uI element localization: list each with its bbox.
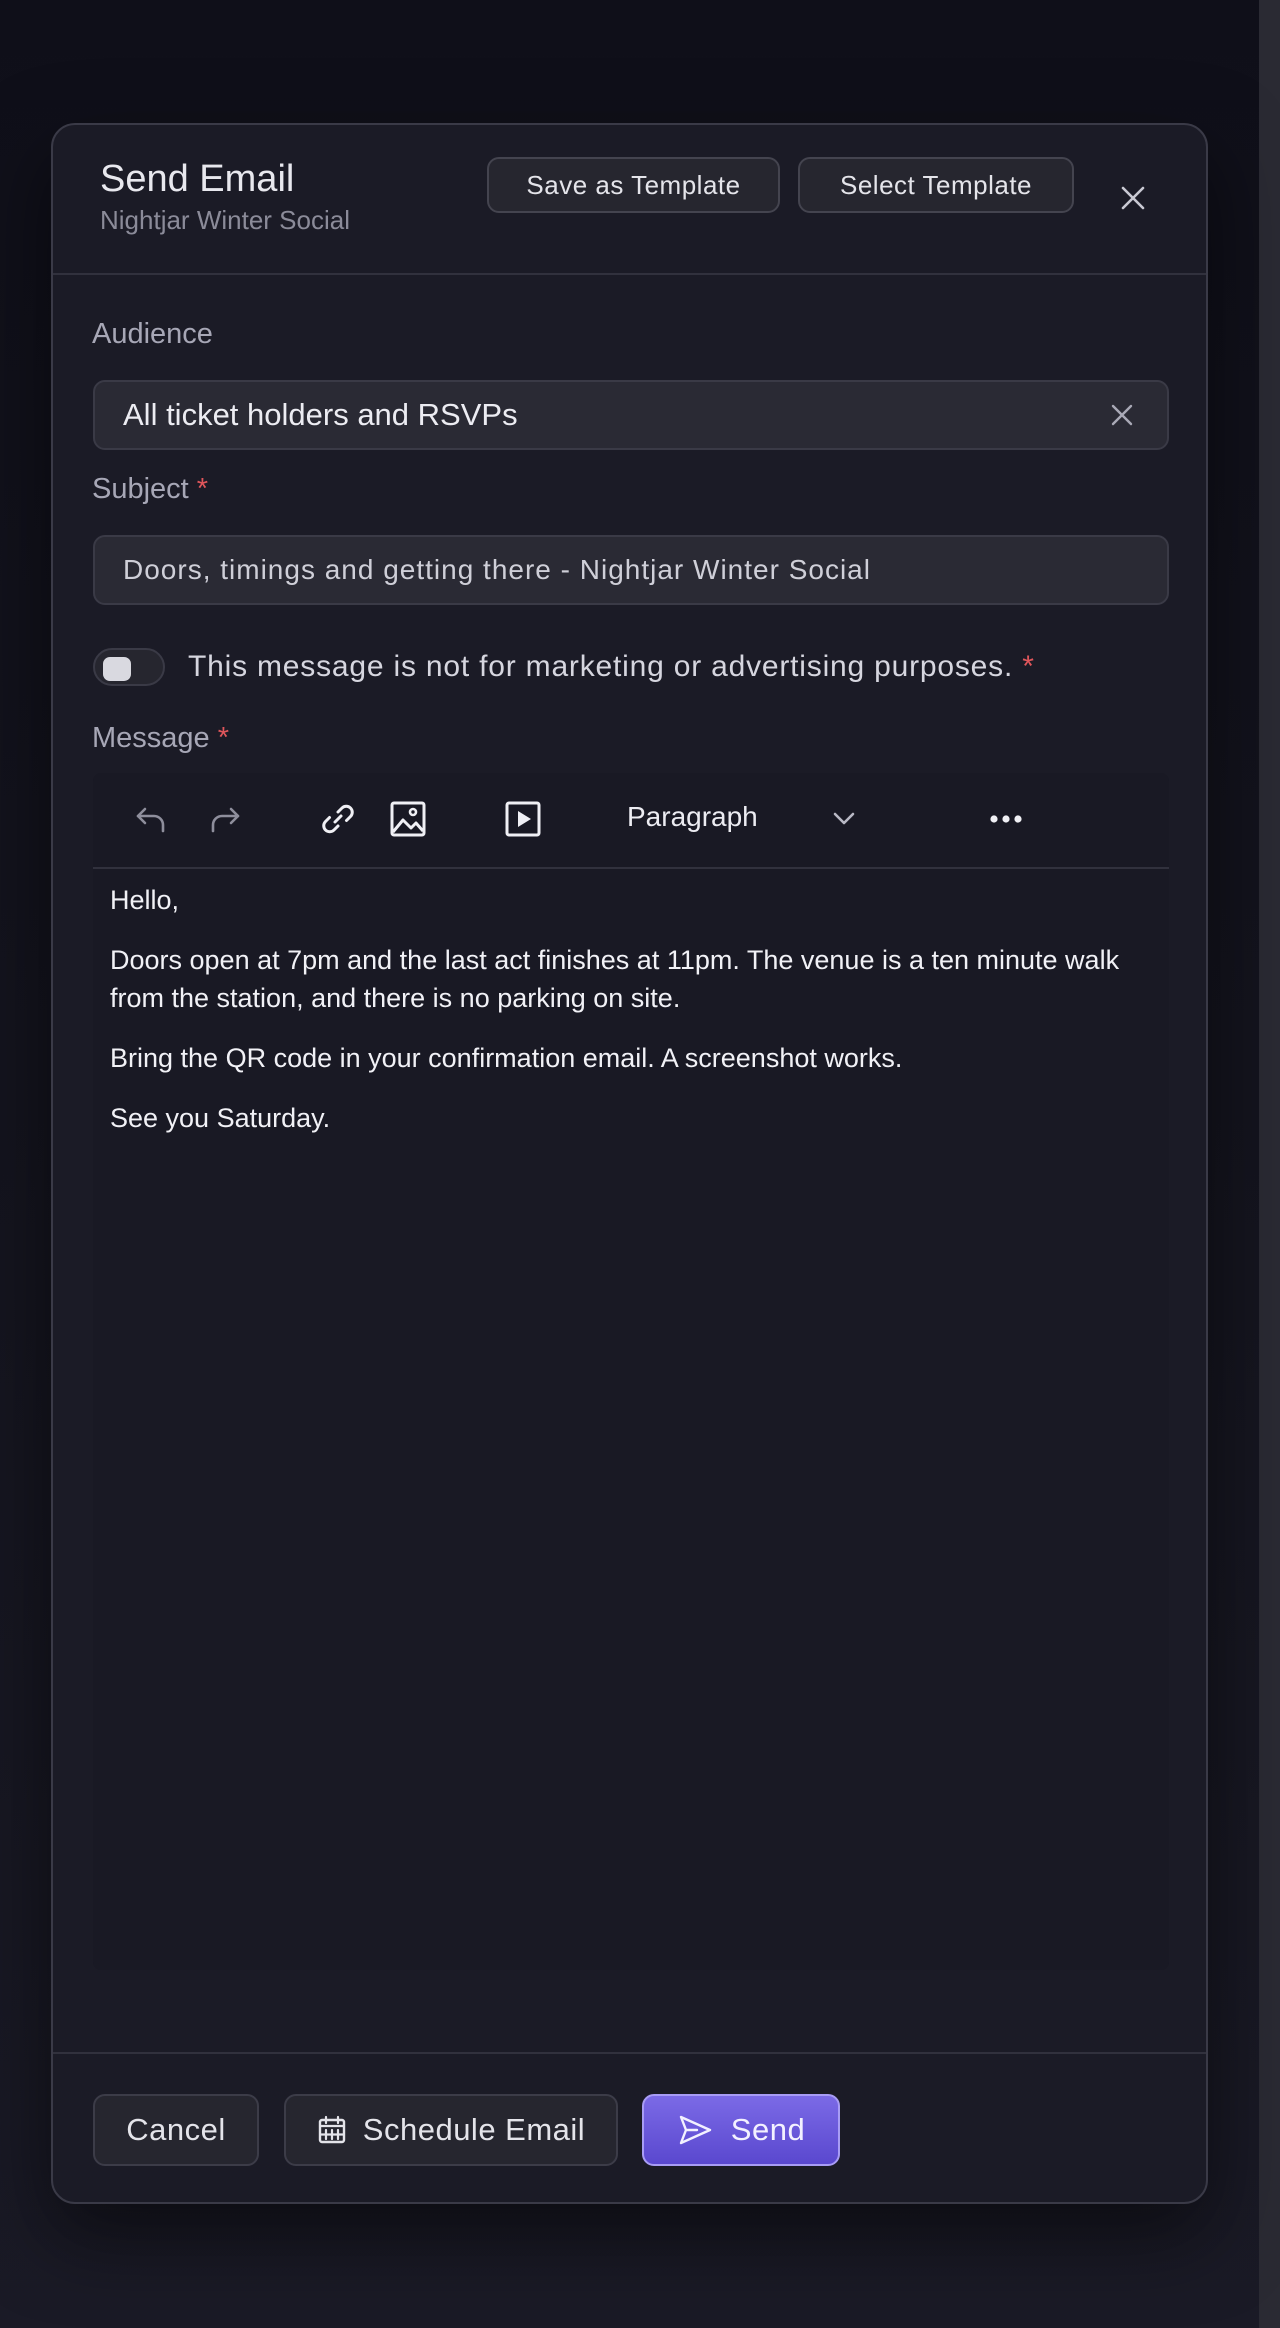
message-body[interactable]: Hello, Doors open at 7pm and the last ac… bbox=[110, 881, 1130, 1159]
scrollbar[interactable] bbox=[1259, 0, 1280, 2328]
select-template-button[interactable]: Select Template bbox=[798, 157, 1074, 213]
message-label: Message * bbox=[92, 722, 229, 755]
undo-icon bbox=[136, 807, 165, 833]
video-icon bbox=[505, 801, 541, 837]
send-email-modal: Send Email Nightjar Winter Social Save a… bbox=[51, 123, 1208, 2204]
subject-value: Doors, timings and getting there - Night… bbox=[123, 554, 871, 585]
undo-button[interactable] bbox=[131, 799, 171, 839]
image-icon bbox=[390, 801, 426, 837]
close-icon[interactable] bbox=[1120, 185, 1146, 211]
modal-title: Send Email bbox=[100, 158, 295, 200]
chevron-down-icon[interactable] bbox=[831, 805, 857, 831]
toggle-required-mark: * bbox=[1022, 650, 1035, 683]
modal-subtitle: Nightjar Winter Social bbox=[100, 205, 350, 235]
schedule-email-button[interactable]: Schedule Email bbox=[284, 2094, 618, 2166]
redo-icon bbox=[211, 807, 240, 833]
message-paragraph: Hello, bbox=[110, 885, 180, 915]
modal-header: Send Email Nightjar Winter Social Save a… bbox=[53, 125, 1206, 275]
toggle-knob bbox=[103, 657, 131, 681]
cancel-button[interactable]: Cancel bbox=[93, 2094, 259, 2166]
not-marketing-label-text: This message is not for marketing or adv… bbox=[188, 650, 1014, 683]
message-paragraph: See you Saturday. bbox=[110, 1103, 331, 1133]
message-paragraph: Bring the QR code in your confirmation e… bbox=[110, 1043, 903, 1073]
audience-value: All ticket holders and RSVPs bbox=[123, 397, 518, 432]
audience-label: Audience bbox=[92, 318, 213, 350]
send-button[interactable]: Send bbox=[642, 2094, 840, 2166]
subject-label-text: Subject bbox=[92, 473, 189, 505]
calendar-icon bbox=[318, 2115, 345, 2144]
link-icon bbox=[322, 804, 354, 834]
subject-label: Subject * bbox=[92, 473, 208, 506]
message-editor[interactable]: Paragraph Hello, Doors open at 7pm and t… bbox=[93, 773, 1169, 1970]
clear-icon[interactable] bbox=[1111, 404, 1133, 426]
insert-image-button[interactable] bbox=[388, 799, 428, 839]
schedule-email-label: Schedule Email bbox=[362, 2112, 586, 2147]
send-icon bbox=[679, 2115, 711, 2145]
block-type-select[interactable]: Paragraph bbox=[627, 801, 758, 833]
audience-select[interactable]: All ticket holders and RSVPs bbox=[93, 380, 1169, 450]
more-icon bbox=[990, 815, 1022, 823]
editor-toolbar: Paragraph bbox=[93, 773, 1169, 869]
send-label: Send bbox=[730, 2112, 806, 2147]
not-marketing-toggle[interactable] bbox=[93, 648, 165, 686]
message-paragraph: Doors open at 7pm and the last act finis… bbox=[110, 945, 1120, 1013]
modal-footer: Cancel Schedule Email Send bbox=[53, 2052, 1206, 2202]
insert-link-button[interactable] bbox=[318, 799, 358, 839]
not-marketing-label: This message is not for marketing or adv… bbox=[188, 650, 1035, 684]
message-required-mark: * bbox=[217, 722, 230, 754]
subject-required-mark: * bbox=[196, 473, 209, 505]
message-label-text: Message bbox=[92, 722, 210, 754]
redo-button[interactable] bbox=[205, 799, 245, 839]
save-as-template-button[interactable]: Save as Template bbox=[487, 157, 780, 213]
insert-video-button[interactable] bbox=[503, 799, 543, 839]
more-options-button[interactable] bbox=[986, 799, 1026, 839]
subject-input[interactable]: Doors, timings and getting there - Night… bbox=[93, 535, 1169, 605]
